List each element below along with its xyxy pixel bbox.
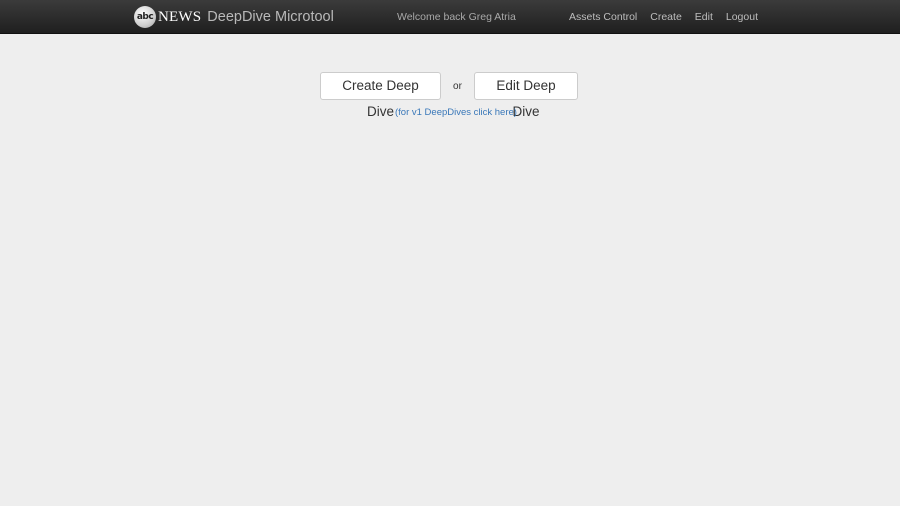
nav-menu: Assets Control Create Edit Logout xyxy=(556,10,758,24)
main-actions: Create Deep Dive or Edit Deep Dive xyxy=(320,72,578,119)
nav-edit-link[interactable]: Edit xyxy=(695,10,713,24)
news-wordmark: NEWS xyxy=(158,9,202,25)
nav-create-link[interactable]: Create xyxy=(650,10,682,24)
abc-logo-text: abc xyxy=(136,12,154,22)
nav-assets-control-link[interactable]: Assets Control xyxy=(569,10,637,24)
app-title: DeepDive Microtool xyxy=(207,9,334,25)
create-deep-dive-button[interactable]: Create Deep Dive xyxy=(320,72,441,119)
abc-logo-icon: abc xyxy=(134,6,156,28)
edit-deep-dive-button[interactable]: Edit Deep Dive xyxy=(474,72,578,119)
brand-home-link[interactable]: abc NEWS DeepDive Microtool xyxy=(134,6,334,28)
nav-logout-link[interactable]: Logout xyxy=(726,10,758,24)
v1-deepdives-link[interactable]: (for v1 DeepDives click here) xyxy=(395,107,517,118)
or-separator: or xyxy=(453,80,462,92)
top-navbar: abc NEWS DeepDive Microtool Welcome back… xyxy=(0,0,900,34)
welcome-message: Welcome back Greg Atria xyxy=(397,11,516,23)
